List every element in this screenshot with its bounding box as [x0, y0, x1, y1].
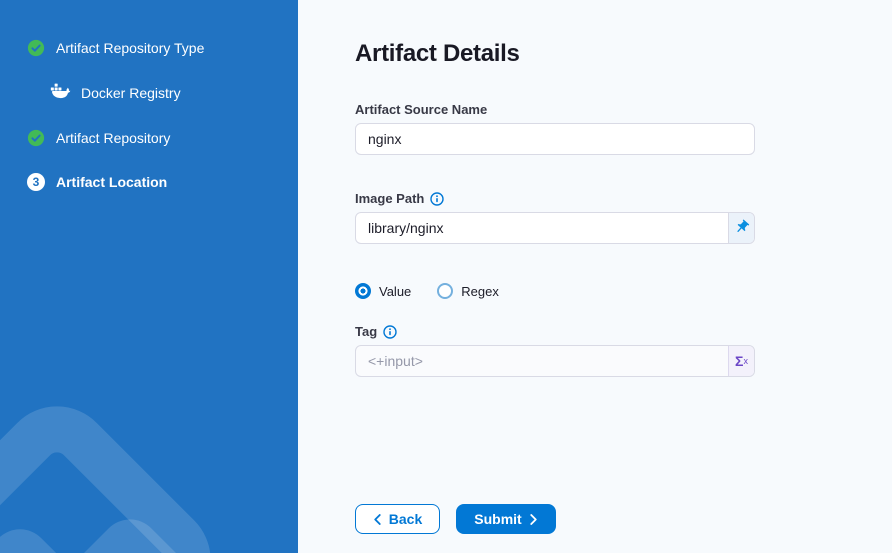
- sidebar-step-artifact-location[interactable]: 3 Artifact Location: [27, 173, 167, 191]
- radio-label: Regex: [461, 284, 499, 299]
- sidebar-substep-docker-registry[interactable]: Docker Registry: [48, 82, 181, 103]
- page-title: Artifact Details: [355, 40, 520, 68]
- sigma-sup: x: [743, 356, 748, 366]
- back-button[interactable]: Back: [355, 504, 440, 534]
- docker-icon: [48, 82, 71, 103]
- chevron-right-icon: [529, 514, 538, 525]
- submit-button[interactable]: Submit: [456, 504, 556, 534]
- wizard-sidebar: Artifact Repository Type Docker Registry: [0, 0, 298, 553]
- image-path-label: Image Path: [355, 191, 444, 206]
- image-path-input[interactable]: [356, 213, 728, 243]
- wizard-footer: Back Submit: [355, 504, 556, 534]
- chevron-left-icon: [373, 514, 382, 525]
- step-label: Artifact Repository Type: [56, 40, 204, 56]
- pin-icon: [734, 219, 750, 238]
- sigma-icon: Σ: [735, 353, 743, 369]
- image-path-field-group: [355, 212, 755, 244]
- expression-button[interactable]: Σx: [728, 346, 754, 376]
- tag-type-radio-group: Value Regex: [355, 283, 499, 299]
- info-icon[interactable]: [430, 192, 444, 206]
- artifact-source-name-label: Artifact Source Name: [355, 102, 487, 117]
- artifact-details-panel: Artifact Details Artifact Source Name Im…: [298, 0, 892, 553]
- radio-unselected-icon: [437, 283, 453, 299]
- artifact-source-name-input[interactable]: [355, 123, 755, 155]
- sidebar-step-artifact-repository[interactable]: Artifact Repository: [27, 129, 170, 147]
- pin-button[interactable]: [728, 213, 754, 243]
- check-circle-icon: [27, 39, 45, 57]
- check-circle-icon: [27, 129, 45, 147]
- step-label: Artifact Location: [56, 174, 167, 190]
- step-label: Artifact Repository: [56, 130, 170, 146]
- info-icon[interactable]: [383, 325, 397, 339]
- tag-label: Tag: [355, 324, 397, 339]
- radio-selected-icon: [355, 283, 371, 299]
- radio-option-value[interactable]: Value: [355, 283, 411, 299]
- step-label: Docker Registry: [81, 85, 181, 101]
- radio-label: Value: [379, 284, 411, 299]
- tag-input[interactable]: [356, 346, 728, 376]
- sidebar-step-artifact-repository-type[interactable]: Artifact Repository Type: [27, 39, 204, 57]
- step-number-badge: 3: [27, 173, 45, 191]
- tag-field-group: Σx: [355, 345, 755, 377]
- radio-option-regex[interactable]: Regex: [437, 283, 499, 299]
